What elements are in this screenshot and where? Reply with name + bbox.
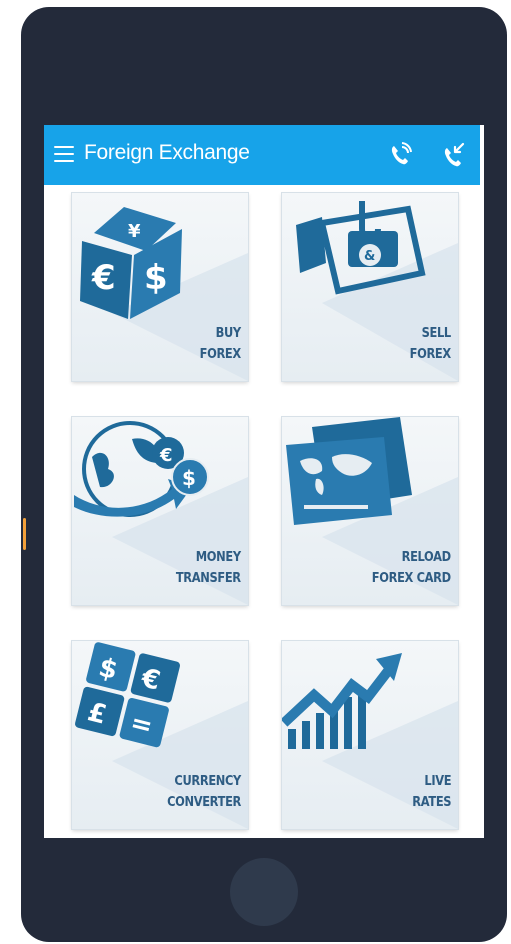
menu-grid: € $ ¥ BUY FOREX & SELL FOREX € $ MONEY T… xyxy=(44,185,484,838)
tile-label: SELL FOREX xyxy=(409,326,452,362)
svg-text:¥: ¥ xyxy=(128,221,141,242)
tile-money-transfer[interactable]: € $ MONEY TRANSFER xyxy=(72,417,248,605)
app-screen: Foreign Exchange € $ ¥ BUY FOREX & SELL … xyxy=(44,125,484,838)
tile-label: CURRENCY CONVERTER xyxy=(167,774,241,810)
svg-text:€: € xyxy=(91,258,116,298)
tile-sell-forex[interactable]: & SELL FOREX xyxy=(282,193,458,381)
tile-label: MONEY TRANSFER xyxy=(176,550,241,586)
app-bar: Foreign Exchange xyxy=(44,125,480,185)
tile-reload-forex-card[interactable]: RELOAD FOREX CARD xyxy=(282,417,458,605)
tile-label: LIVE RATES xyxy=(412,774,451,810)
home-button[interactable] xyxy=(230,858,298,926)
tile-currency-converter[interactable]: $ € £ = CURRENCY CONVERTER xyxy=(72,641,248,829)
phone-call-icon[interactable] xyxy=(388,142,412,168)
tile-live-rates[interactable]: LIVE RATES xyxy=(282,641,458,829)
tile-label: RELOAD FOREX CARD xyxy=(371,550,451,586)
phone-callback-icon[interactable] xyxy=(442,142,466,168)
svg-text:$: $ xyxy=(182,466,196,490)
tile-label: BUY FOREX xyxy=(199,326,242,362)
svg-text:&: & xyxy=(364,249,375,264)
side-accent xyxy=(23,518,26,550)
app-title: Foreign Exchange xyxy=(84,141,250,164)
svg-text:€: € xyxy=(159,445,173,466)
hamburger-menu-icon[interactable] xyxy=(54,146,74,164)
svg-text:$: $ xyxy=(144,258,168,298)
tile-buy-forex[interactable]: € $ ¥ BUY FOREX xyxy=(72,193,248,381)
